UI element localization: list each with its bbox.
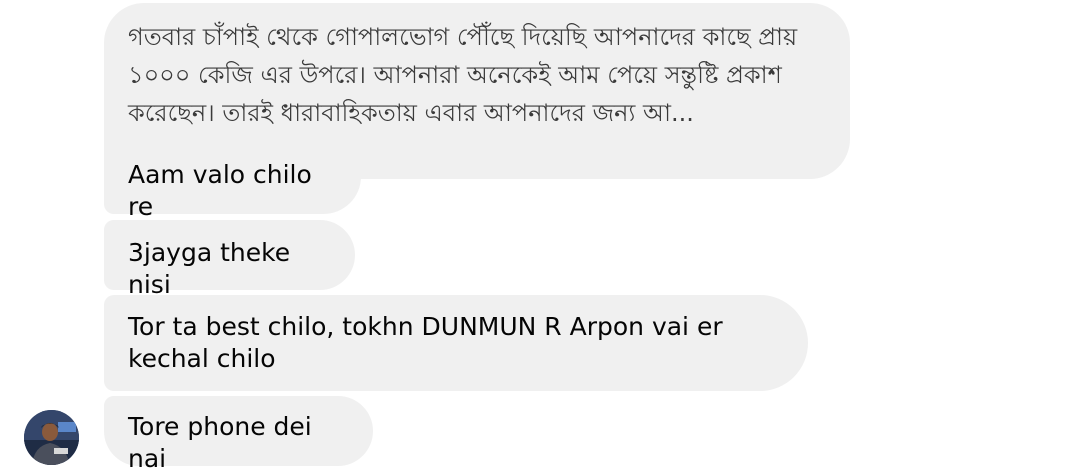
message-bubble[interactable]: Aam valo chilo re xyxy=(104,139,361,221)
message-text: গতবার চাঁপাই থেকে গোপালভোগ পৌঁছে দিয়েছি… xyxy=(128,23,798,127)
message-bubble[interactable]: Tor ta best chilo, tokhn DUNMUN R Arpon … xyxy=(104,295,808,391)
message-text: Aam valo chilo re xyxy=(128,160,320,221)
avatar-photo-icon xyxy=(24,410,79,465)
message-bubble[interactable]: Tore phone dei nai xyxy=(104,396,373,473)
message-text: 3jayga theke nisi xyxy=(128,238,299,299)
message-bubble[interactable]: 3jayga theke nisi xyxy=(104,220,355,299)
message-text: Tor ta best chilo, tokhn DUNMUN R Arpon … xyxy=(128,312,731,373)
sender-avatar[interactable] xyxy=(24,410,79,465)
message-text: Tore phone dei nai xyxy=(128,412,320,473)
